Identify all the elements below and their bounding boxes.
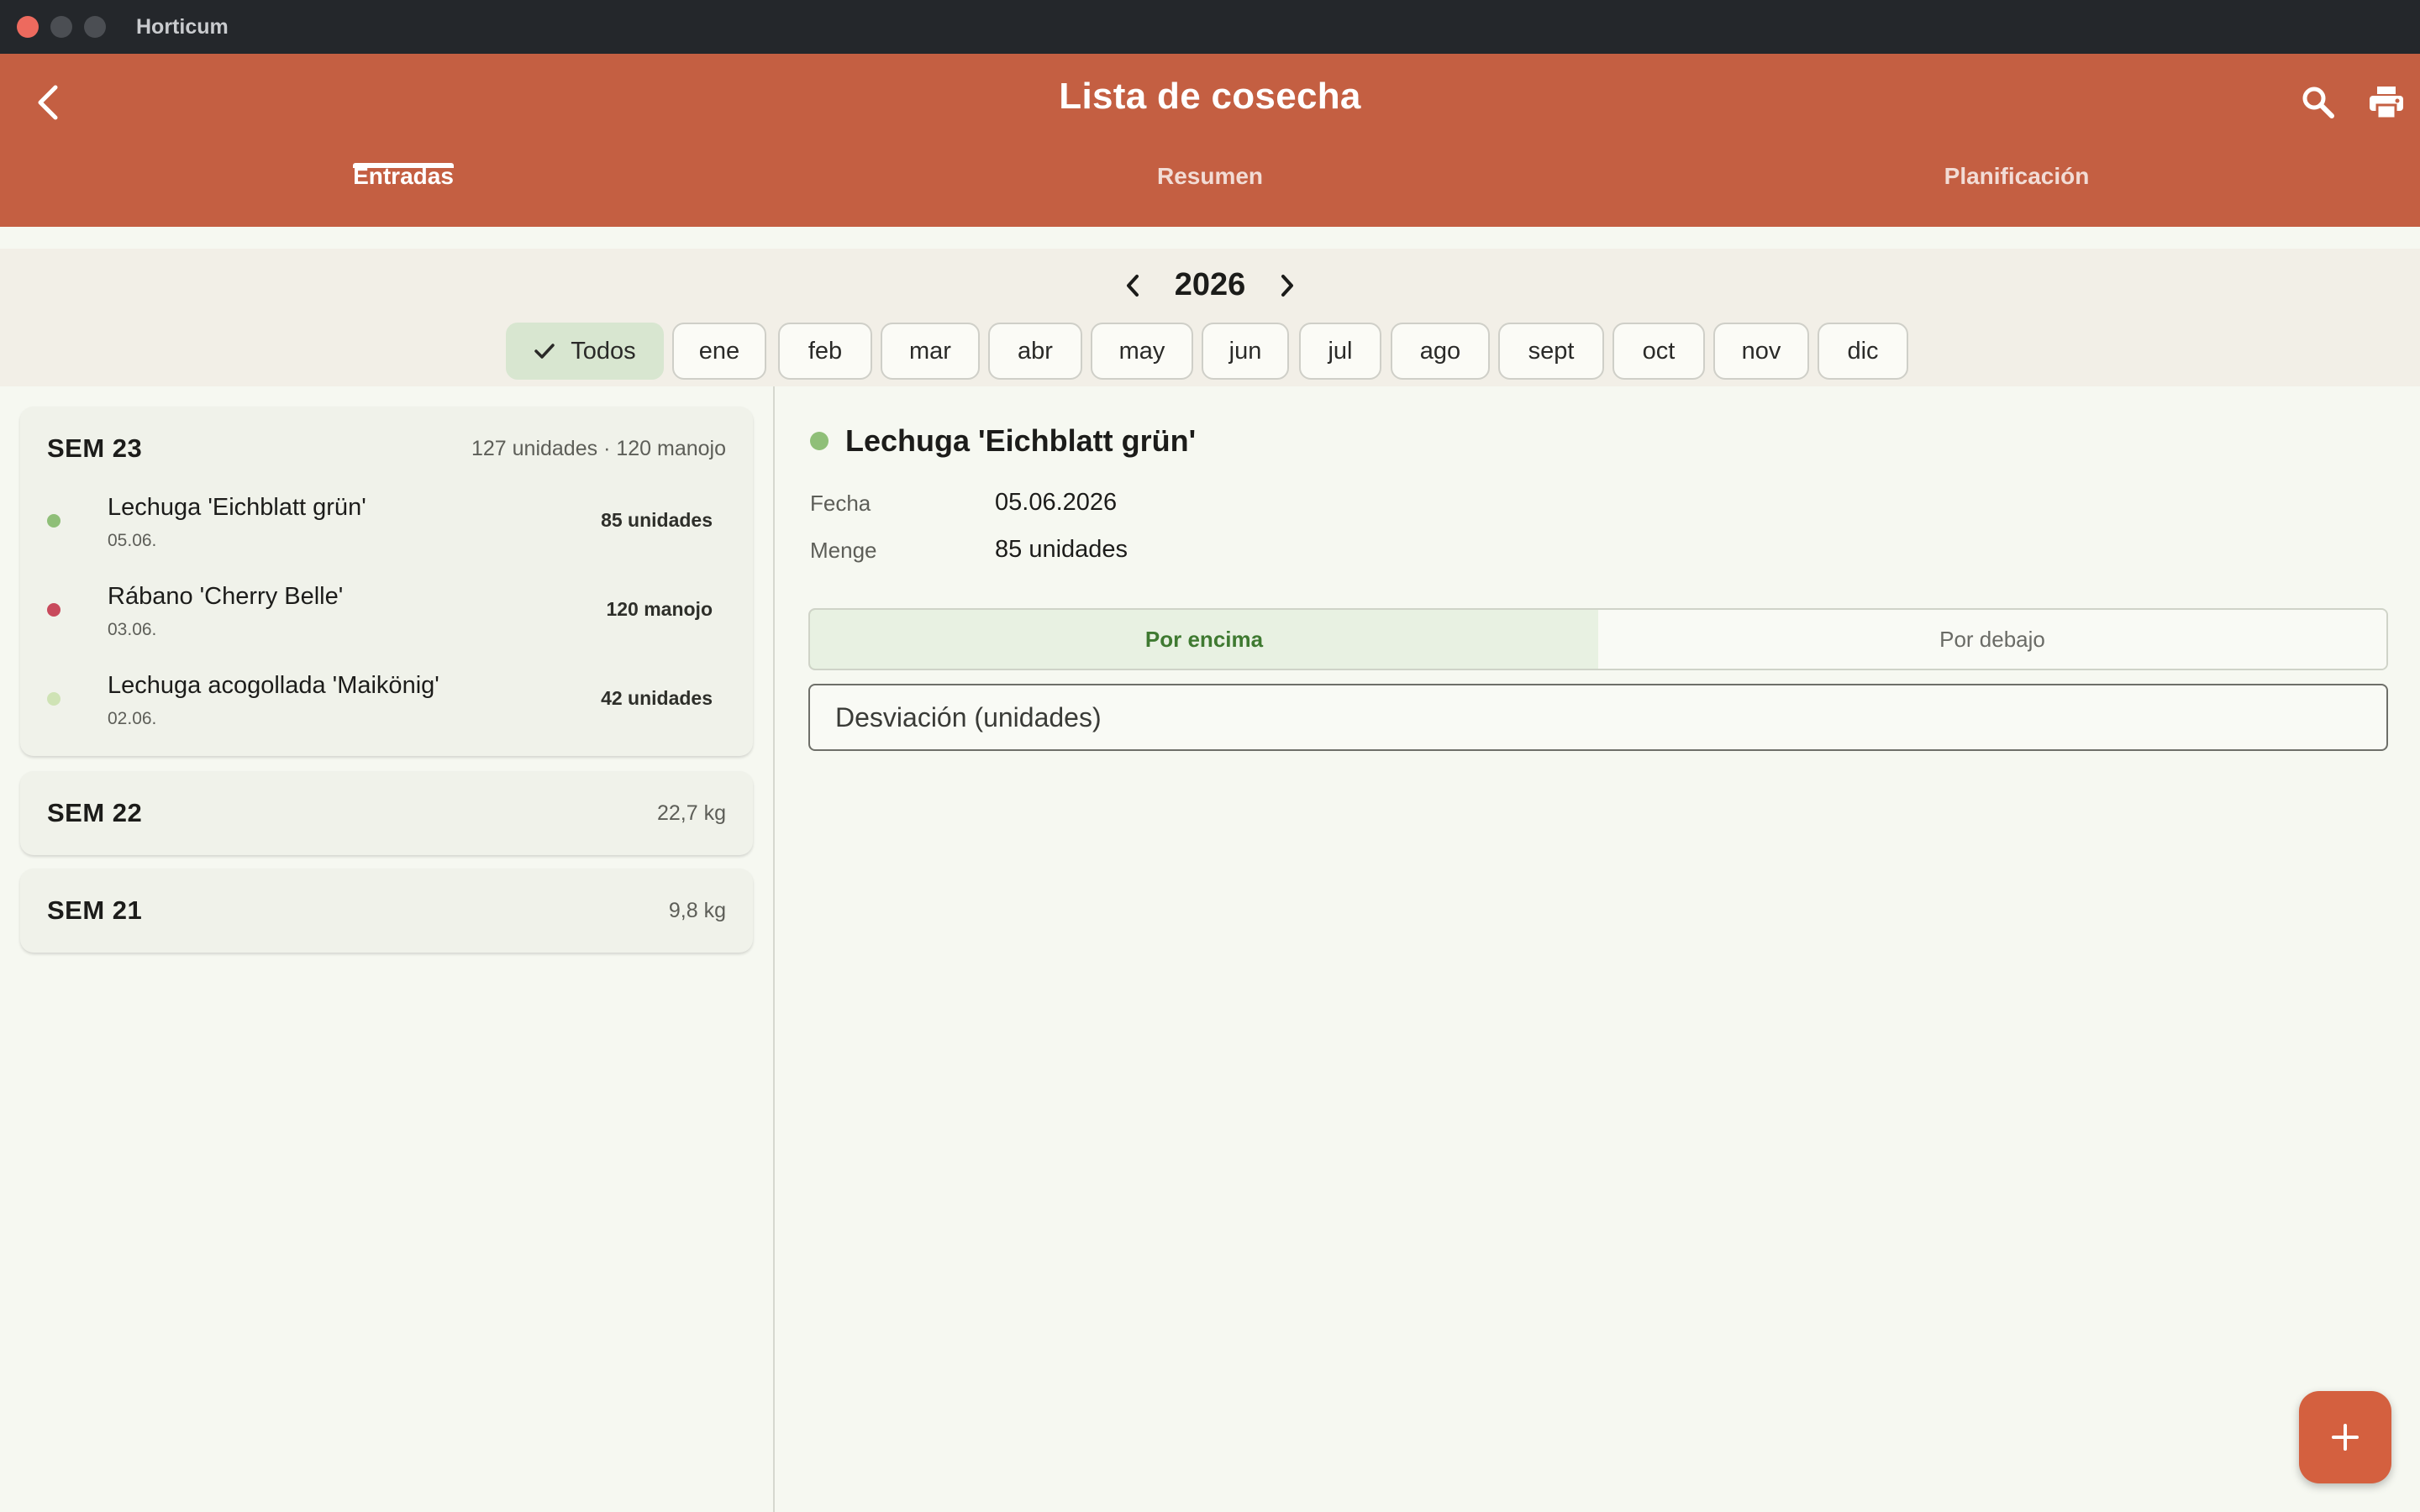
entry-quantity: 42 unidades bbox=[601, 687, 713, 709]
chip-label: feb bbox=[808, 337, 843, 365]
chevron-left-icon bbox=[1126, 274, 1139, 297]
window-title: Horticum bbox=[136, 14, 229, 39]
list-item[interactable]: Lechuga acogollada 'Maikönig' 02.06. 42 … bbox=[20, 655, 753, 744]
field-value-menge: 85 unidades bbox=[995, 536, 1128, 563]
deviation-input[interactable]: Desviación (unidades) bbox=[808, 684, 2388, 751]
chip-label: nov bbox=[1741, 337, 1781, 365]
week-label: SEM 22 bbox=[47, 798, 143, 827]
chip-label: ene bbox=[698, 337, 740, 365]
field-label-menge: Menge bbox=[810, 538, 877, 563]
chip-label: abr bbox=[1018, 337, 1053, 365]
chip-todos[interactable]: Todos bbox=[506, 323, 664, 380]
week-header: SEM 22 22,7 kg bbox=[47, 771, 726, 855]
chip-label: Todos bbox=[571, 337, 636, 365]
week-summary: 9,8 kg bbox=[668, 898, 726, 922]
tab-planificacion[interactable]: Planificación bbox=[1748, 101, 2286, 189]
add-entry-button[interactable] bbox=[2299, 1391, 2391, 1483]
window-controls bbox=[17, 16, 106, 38]
chip-label: may bbox=[1118, 337, 1165, 365]
check-icon bbox=[534, 344, 555, 359]
harvest-list: SEM 23 127 unidades · 120 manojo Lechuga… bbox=[0, 386, 773, 1512]
tab-resumen[interactable]: Resumen bbox=[941, 101, 1479, 189]
tab-bar: Entradas Resumen Planificación bbox=[0, 163, 2420, 227]
color-dot bbox=[47, 603, 60, 617]
deviation-direction-toggle: Por encima Por debajo bbox=[808, 608, 2388, 670]
chip-label: jun bbox=[1228, 337, 1262, 365]
search-icon bbox=[2302, 87, 2334, 118]
chip-may[interactable]: may bbox=[1091, 323, 1193, 380]
chip-abr[interactable]: abr bbox=[988, 323, 1082, 380]
week-card-sem-21[interactable]: SEM 21 9,8 kg bbox=[20, 869, 753, 953]
chip-label: sept bbox=[1528, 337, 1575, 365]
chip-mar[interactable]: mar bbox=[881, 323, 980, 380]
field-value-fecha: 05.06.2026 bbox=[995, 489, 1118, 516]
entry-quantity: 120 manojo bbox=[606, 598, 713, 620]
print-button[interactable] bbox=[2363, 79, 2410, 126]
plus-icon bbox=[2332, 1424, 2359, 1451]
year-label: 2026 bbox=[1174, 267, 1246, 302]
segment-por-debajo[interactable]: Por debajo bbox=[1598, 610, 2386, 669]
minimize-window-button[interactable] bbox=[50, 16, 72, 38]
chip-jun[interactable]: jun bbox=[1202, 323, 1289, 380]
week-header: SEM 21 9,8 kg bbox=[47, 869, 726, 953]
list-item[interactable]: Rábano 'Cherry Belle' 03.06. 120 manojo bbox=[20, 566, 753, 655]
entry-date: 05.06. bbox=[108, 531, 157, 550]
week-label: SEM 21 bbox=[47, 895, 143, 925]
segment-por-encima[interactable]: Por encima bbox=[810, 610, 1600, 669]
list-item[interactable]: Lechuga 'Eichblatt grün' 05.06. 85 unida… bbox=[20, 477, 753, 566]
next-year-button[interactable] bbox=[1270, 269, 1304, 302]
field-label-fecha: Fecha bbox=[810, 491, 871, 516]
entry-name: Rábano 'Cherry Belle' bbox=[108, 583, 344, 610]
chip-feb[interactable]: feb bbox=[778, 323, 872, 380]
detail-pane: Lechuga 'Eichblatt grün' Fecha 05.06.202… bbox=[775, 386, 2420, 1512]
active-tab-indicator bbox=[353, 163, 454, 168]
color-dot bbox=[810, 432, 829, 450]
week-card-sem-22[interactable]: SEM 22 22,7 kg bbox=[20, 771, 753, 855]
search-button[interactable] bbox=[2295, 79, 2342, 126]
app-bar: Lista de cosecha Entradas Resumen Planif… bbox=[0, 54, 2420, 227]
week-summary: 22,7 kg bbox=[656, 801, 726, 825]
print-icon bbox=[2370, 87, 2403, 120]
color-dot bbox=[47, 692, 60, 706]
close-window-button[interactable] bbox=[17, 16, 39, 38]
zoom-window-button[interactable] bbox=[84, 16, 106, 38]
deviation-input-placeholder: Desviación (unidades) bbox=[835, 701, 1102, 732]
date-filter: 2026 Todos ene feb mar abr may jun jul a… bbox=[0, 249, 2420, 386]
chip-label: dic bbox=[1847, 337, 1879, 365]
chip-sept[interactable]: sept bbox=[1498, 323, 1604, 380]
tab-entradas[interactable]: Entradas bbox=[134, 101, 672, 189]
entry-name: Lechuga 'Eichblatt grün' bbox=[108, 494, 366, 521]
chip-jul[interactable]: jul bbox=[1299, 323, 1381, 380]
chevron-right-icon bbox=[1281, 274, 1294, 297]
entry-date: 02.06. bbox=[108, 709, 157, 728]
tab-label: Planificación bbox=[1944, 163, 2090, 189]
entry-quantity: 85 unidades bbox=[601, 509, 713, 531]
previous-year-button[interactable] bbox=[1116, 269, 1150, 302]
chip-nov[interactable]: nov bbox=[1713, 323, 1809, 380]
app-window: Horticum Lista de cosecha Entradas Resum… bbox=[0, 0, 2420, 1512]
entry-date: 03.06. bbox=[108, 620, 157, 639]
week-card-sem-23: SEM 23 127 unidades · 120 manojo Lechuga… bbox=[20, 407, 753, 756]
week-label: SEM 23 bbox=[47, 433, 143, 463]
chip-label: ago bbox=[1419, 337, 1461, 365]
chip-label: oct bbox=[1642, 337, 1676, 365]
chip-ene[interactable]: ene bbox=[672, 323, 766, 380]
chip-ago[interactable]: ago bbox=[1391, 323, 1490, 380]
detail-title: Lechuga 'Eichblatt grün' bbox=[845, 423, 1197, 458]
entry-name: Lechuga acogollada 'Maikönig' bbox=[108, 672, 439, 699]
week-summary: 127 unidades · 120 manojo bbox=[471, 436, 726, 460]
chip-dic[interactable]: dic bbox=[1818, 323, 1908, 380]
tab-label: Resumen bbox=[1156, 163, 1264, 189]
color-dot bbox=[47, 514, 60, 528]
year-selector: 2026 bbox=[0, 267, 2420, 303]
chip-oct[interactable]: oct bbox=[1612, 323, 1705, 380]
chip-label: jul bbox=[1328, 337, 1353, 365]
window-titlebar: Horticum bbox=[0, 0, 2420, 54]
chip-label: mar bbox=[909, 337, 951, 365]
